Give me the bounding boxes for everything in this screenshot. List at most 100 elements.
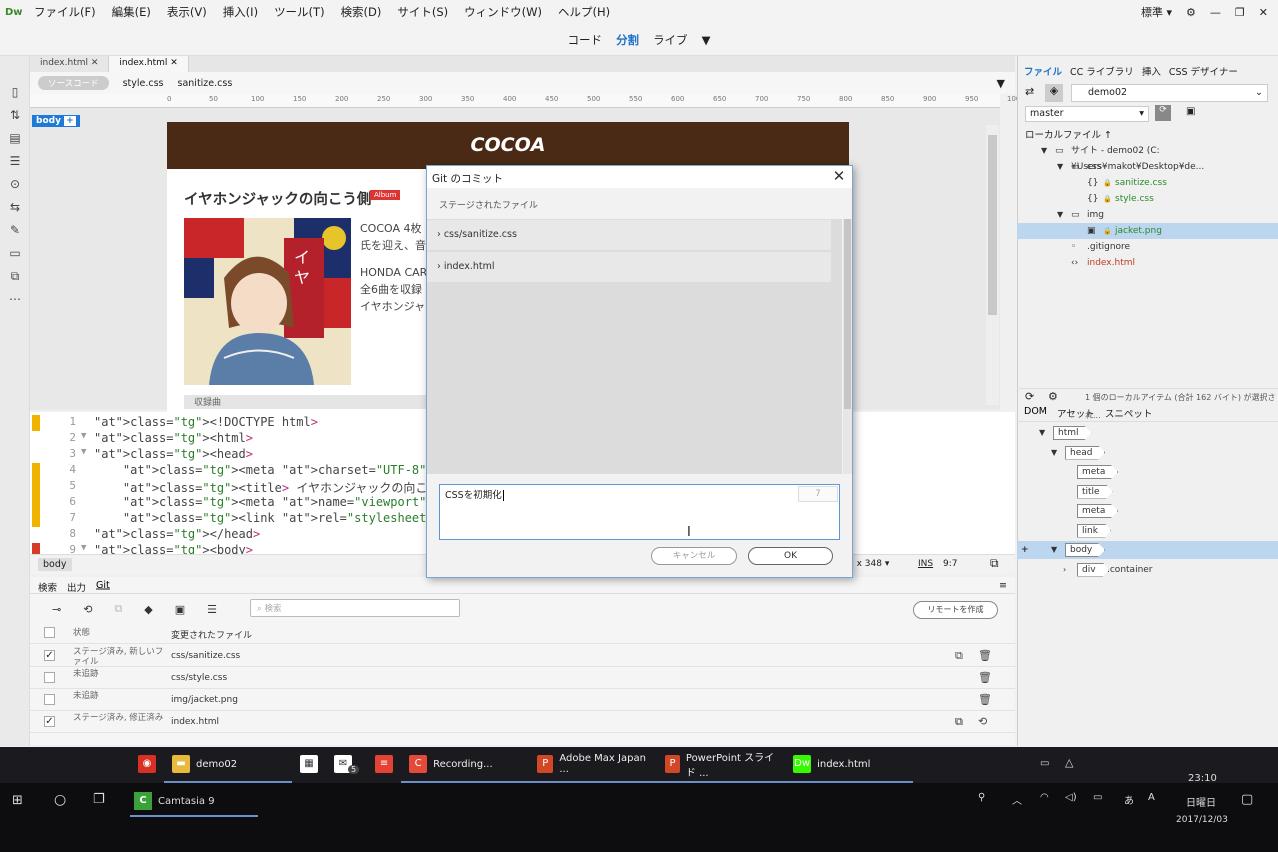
dom-node[interactable]: › div .container <box>1017 561 1278 579</box>
tab-dom[interactable]: DOM <box>1024 406 1047 421</box>
tab-cc-libraries[interactable]: CC ライブラリ <box>1070 64 1134 80</box>
tab-output[interactable]: 出力 <box>67 580 86 594</box>
menu-file[interactable]: ファイル(F) <box>26 4 104 20</box>
menu-tools[interactable]: ツール(T) <box>266 4 333 20</box>
local-files-label[interactable]: ローカルファイル ↑ <box>1025 127 1112 141</box>
menu-help[interactable]: ヘルプ(H) <box>550 4 618 20</box>
fetch-icon[interactable]: ⟳ <box>1155 105 1171 121</box>
inspect-icon[interactable]: ⊙ <box>0 173 30 196</box>
task-view-icon[interactable]: ❐ <box>93 792 105 807</box>
menu-window[interactable]: ウィンドウ(W) <box>456 4 550 20</box>
tab-search[interactable]: 検索 <box>38 580 57 594</box>
cortana-icon[interactable]: ○ <box>54 792 66 808</box>
ime-mode[interactable]: あ <box>1124 792 1134 807</box>
tag-selector-body[interactable]: body <box>38 558 72 571</box>
fold-toggle-icon[interactable]: ▼ <box>81 543 86 553</box>
battery-icon[interactable]: ▭ <box>1040 758 1049 769</box>
element-tag-body[interactable]: body + <box>32 115 80 127</box>
design-scrollbar[interactable] <box>986 125 999 405</box>
expand-toggle-icon[interactable]: › <box>1063 561 1066 579</box>
tray-app-icon[interactable]: △ <box>1065 756 1073 769</box>
git-search-input[interactable]: ⌕ 検索 <box>250 599 460 617</box>
tab-git[interactable]: Git <box>96 580 110 591</box>
scrollbar-thumb[interactable] <box>988 135 997 315</box>
cancel-button[interactable]: キャンセル <box>651 547 737 565</box>
git-terminal-icon[interactable]: ▣ <box>1186 106 1195 117</box>
stage-checkbox[interactable]: ✓ <box>44 650 55 661</box>
staged-file-item[interactable]: › index.html <box>427 252 831 282</box>
stage-checkbox[interactable] <box>44 694 55 705</box>
action-center-icon[interactable]: ▢ <box>1241 792 1253 807</box>
menu-insert[interactable]: 挿入(I) <box>215 4 266 20</box>
git-file-row[interactable]: ✓ ステージ済み, 新しいファイル css/sanitize.css ⧉ 🗑 <box>30 645 1015 667</box>
git-file-row[interactable]: 未追跡 css/style.css 🗑 <box>30 667 1015 689</box>
album-description[interactable]: COCOA 4枚氏を迎え、音 HONDA CAR 全6曲を収録 イヤホンジャ <box>360 220 430 315</box>
format-source-icon[interactable]: ☰ <box>0 150 30 173</box>
view-split[interactable]: 分割 <box>616 32 639 48</box>
git-file-row[interactable]: 未追跡 img/jacket.png 🗑 <box>30 689 1015 711</box>
file-tree-item[interactable]: ◦ .gitignore <box>1017 239 1278 255</box>
filter-icon[interactable]: ▼ <box>997 77 1005 90</box>
windows-start-icon[interactable]: ⊞ <box>12 793 23 808</box>
ok-button[interactable]: OK <box>748 547 833 565</box>
dialog-close-icon[interactable]: ✕ <box>830 167 848 187</box>
related-file-sanitize[interactable]: sanitize.css <box>178 78 233 89</box>
file-tree-item[interactable]: {} 🔒 style.css <box>1017 191 1278 207</box>
tab-insert[interactable]: 挿入 <box>1142 64 1161 80</box>
ime-icon[interactable]: A <box>1148 792 1155 803</box>
dom-node[interactable]: meta <box>1017 463 1278 481</box>
taskbar-item[interactable]: P PowerPoint スライド ... <box>657 747 786 783</box>
clock-time[interactable]: 23:10 <box>1188 773 1217 784</box>
preview-icon[interactable]: ⧉ <box>990 556 999 571</box>
more-tools-icon[interactable]: ⋯ <box>0 288 30 311</box>
window-size[interactable]: 8 x 348 ▾ <box>848 554 908 574</box>
add-class-icon[interactable]: + <box>64 116 76 126</box>
minimize-icon[interactable]: — <box>1210 6 1221 19</box>
fold-toggle-icon[interactable]: ▼ <box>81 431 86 441</box>
taskbar-item[interactable]: Dw index.html <box>785 747 914 783</box>
delete-icon[interactable]: 🗑 <box>978 671 992 684</box>
taskbar-camtasia[interactable]: C Camtasia 9 <box>130 787 258 817</box>
select-all-checkbox[interactable] <box>44 627 55 638</box>
taskbar-item[interactable]: C Recording... <box>401 747 530 783</box>
network-icon[interactable]: ◠ <box>1040 792 1049 803</box>
clock-date[interactable]: 2017/12/03 <box>1176 815 1228 825</box>
dom-node[interactable]: title <box>1017 483 1278 501</box>
view-dropdown-icon[interactable]: ▼ <box>702 33 711 47</box>
menu-site[interactable]: サイト(S) <box>389 4 456 20</box>
delete-icon[interactable]: 🗑 <box>978 649 992 662</box>
comment-icon[interactable]: ▭ <box>0 242 30 265</box>
people-icon[interactable]: ⚲ <box>978 792 985 803</box>
fold-toggle-icon[interactable]: ▼ <box>81 447 86 457</box>
diff-icon[interactable]: ⧉ <box>955 715 963 729</box>
expand-toggle-icon[interactable]: ▼ <box>1039 424 1045 442</box>
scrollbar-thumb[interactable] <box>844 219 851 409</box>
dom-node[interactable]: ▼ head <box>1017 444 1278 462</box>
diff-icon[interactable]: ⧉ <box>955 649 963 663</box>
file-tree-item[interactable]: ▼ ▭ img <box>1017 207 1278 223</box>
delete-icon[interactable]: 🗑 <box>978 693 992 706</box>
file-tree-item[interactable]: ▼ ▭ サイト - demo02 (C:¥Users¥makot¥Desktop¥d… <box>1017 143 1278 172</box>
git-icon[interactable]: ◈ <box>1045 84 1063 102</box>
keyboard-icon[interactable]: ▭ <box>1093 792 1102 803</box>
menu-edit[interactable]: 編集(E) <box>104 4 159 20</box>
expand-toggle-icon[interactable]: ▼ <box>1051 541 1057 559</box>
file-tree-item[interactable]: ▼ ▭ css <box>1017 159 1278 175</box>
dom-node[interactable]: meta <box>1017 502 1278 520</box>
taskbar-item[interactable]: ◉ <box>130 747 164 783</box>
file-tree-item[interactable]: ‹› index.html <box>1017 255 1278 271</box>
open-document-icon[interactable]: ▯ <box>0 81 30 104</box>
dialog-scrollbar[interactable] <box>843 219 852 474</box>
view-code[interactable]: コード <box>568 32 603 48</box>
dom-node[interactable]: ▼ html <box>1017 424 1278 442</box>
taskbar-item[interactable]: ≡ <box>367 747 401 783</box>
close-icon[interactable]: ✕ <box>1259 6 1268 19</box>
taskbar-item[interactable]: ▬ demo02 <box>164 747 292 783</box>
file-management-icon[interactable]: ⇅ <box>0 104 30 127</box>
stage-checkbox[interactable]: ✓ <box>44 716 55 727</box>
git-file-row[interactable]: ✓ ステージ済み, 修正済み index.html ⧉ ⧉ ⟲ <box>30 711 1015 733</box>
file-tree-item[interactable]: ▣ 🔒 jacket.png <box>1017 223 1278 239</box>
live-code-icon[interactable]: ▤ <box>0 127 30 150</box>
file-tree-item[interactable]: {} 🔒 sanitize.css <box>1017 175 1278 191</box>
options-icon[interactable]: ☰ <box>207 603 217 616</box>
